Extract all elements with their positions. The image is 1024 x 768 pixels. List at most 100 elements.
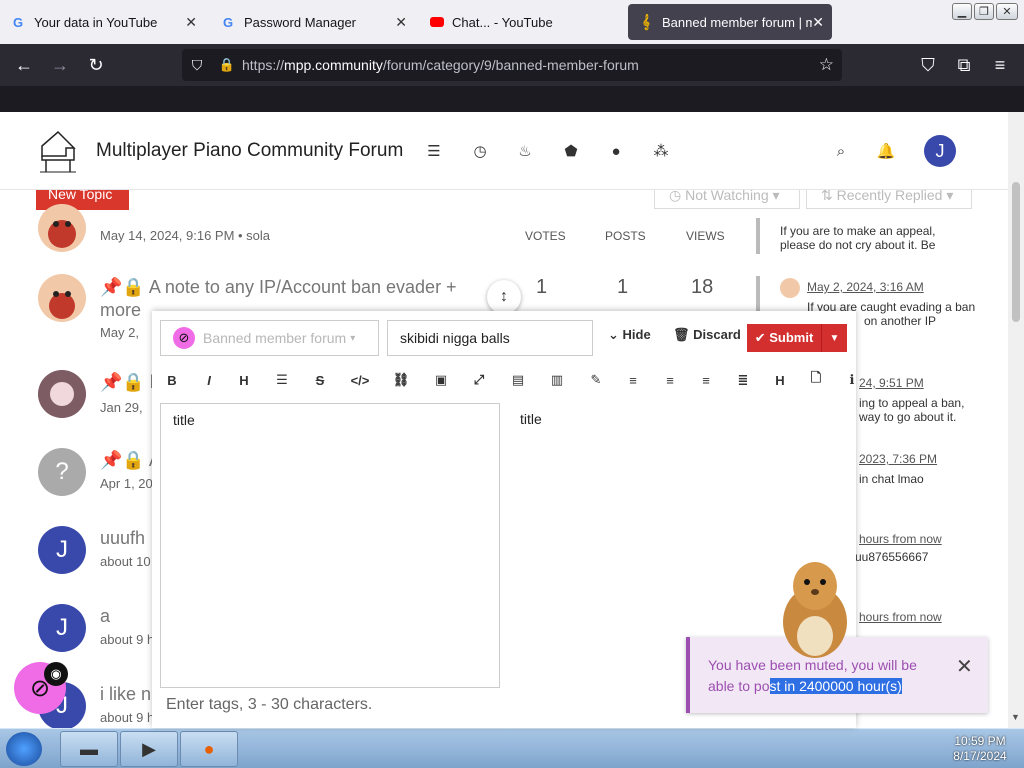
shield-icon[interactable]: ⛉ xyxy=(182,57,212,74)
media-player-icon: ▶ xyxy=(142,738,156,759)
close-window-icon[interactable]: ✕ xyxy=(996,3,1018,20)
topic-title[interactable]: i like n xyxy=(100,684,151,705)
expand-icon[interactable]: ⤢ xyxy=(467,369,491,391)
chart-icon[interactable]: ▥ xyxy=(545,369,569,391)
tags-icon[interactable]: ⬟ xyxy=(562,142,580,160)
topic-avatar[interactable]: ? xyxy=(38,448,86,496)
italic-icon[interactable]: I xyxy=(197,369,221,391)
submit-main[interactable]: ✔ Submit xyxy=(747,330,821,346)
bold-icon[interactable]: B xyxy=(160,369,184,391)
category-label: Banned member forum xyxy=(203,330,347,346)
teaser-date[interactable]: hours from now xyxy=(859,532,942,546)
topic-avatar[interactable] xyxy=(38,370,86,418)
submit-options-caret-icon[interactable]: ▼ xyxy=(821,324,847,352)
link-icon[interactable]: ⛓ xyxy=(389,369,413,391)
scrollbar-thumb[interactable] xyxy=(1012,182,1020,322)
tags-input[interactable]: Enter tags, 3 - 30 characters. xyxy=(166,696,372,714)
chevron-down-icon: ▾ xyxy=(350,332,356,344)
groups-icon[interactable]: ⁂ xyxy=(652,142,670,160)
composer-editor[interactable]: title xyxy=(160,403,500,688)
google-icon: G xyxy=(12,14,24,30)
pocket-icon[interactable]: ⛉ xyxy=(916,53,940,77)
views-column-header: VIEWS xyxy=(686,229,725,243)
piano-logo-icon[interactable] xyxy=(36,126,80,174)
start-button[interactable] xyxy=(6,732,42,766)
close-tab-icon[interactable]: ✕ xyxy=(812,14,824,31)
hide-button[interactable]: ⌄ Hide xyxy=(608,327,651,343)
teaser-date[interactable]: 24, 9:51 PM xyxy=(859,376,924,390)
lock-icon: 🔒 xyxy=(122,372,145,392)
eye-icon[interactable]: ◉ xyxy=(44,662,68,686)
tab-your-data-in-youtube[interactable]: G Your data in YouTube ✕ xyxy=(0,4,205,40)
align-left-icon[interactable]: ≡ xyxy=(621,369,645,391)
close-tab-icon[interactable]: ✕ xyxy=(395,14,407,31)
close-tab-icon[interactable]: ✕ xyxy=(185,14,197,31)
taskbar-app-firefox[interactable]: ● xyxy=(180,731,238,767)
teaser-date[interactable]: hours from now xyxy=(859,610,942,624)
heading-2-icon[interactable]: H xyxy=(768,369,792,391)
teaser-date[interactable]: 2023, 7:36 PM xyxy=(859,452,937,466)
align-right-icon[interactable]: ≡ xyxy=(694,369,718,391)
align-center-icon[interactable]: ≡ xyxy=(658,369,682,391)
topic-avatar[interactable]: J xyxy=(38,526,86,574)
align-justify-icon[interactable]: ≣ xyxy=(731,369,755,391)
page-scrollbar[interactable]: ▲ ▼ xyxy=(1008,112,1024,728)
topic-avatar[interactable] xyxy=(38,274,86,322)
system-tray[interactable] xyxy=(862,733,932,765)
list-icon[interactable]: ☰ xyxy=(270,369,294,391)
image-icon[interactable]: ▣ xyxy=(429,369,453,391)
popular-fire-icon[interactable]: ♨ xyxy=(516,142,534,160)
minimize-icon[interactable]: ▁ xyxy=(952,3,972,20)
topic-title-input[interactable] xyxy=(387,320,593,356)
users-icon[interactable]: ● xyxy=(607,142,625,160)
file-icon[interactable]: 🗋 xyxy=(804,369,828,391)
color-picker-icon[interactable]: ✎ xyxy=(584,369,608,391)
monitor-icon: ▬ xyxy=(80,738,98,759)
lock-icon[interactable]: 🔒 xyxy=(212,57,242,73)
discard-button[interactable]: 🗑 Discard xyxy=(673,327,741,343)
recent-clock-icon[interactable]: ◷ xyxy=(471,142,489,160)
heading-icon[interactable]: H xyxy=(232,369,256,391)
address-bar[interactable]: ⛉ 🔒 https://mpp.community/forum/category… xyxy=(182,49,842,81)
taskbar-app-terminal[interactable]: ▬ xyxy=(60,731,118,767)
reload-icon[interactable]: ↻ xyxy=(84,53,108,77)
scroll-down-icon[interactable]: ▼ xyxy=(1011,712,1020,722)
toast-selected-text: st in 2400000 hour(s) xyxy=(769,678,902,694)
user-avatar[interactable]: J xyxy=(924,135,956,167)
taskbar-app-media[interactable]: ▶ xyxy=(120,731,178,767)
close-icon[interactable]: ✕ xyxy=(956,654,973,679)
restore-icon[interactable]: ❐ xyxy=(974,3,994,20)
topic-title[interactable]: 📌🔒 b xyxy=(100,372,160,393)
tab-youtube-chat[interactable]: Chat... - YouTube xyxy=(420,4,625,40)
categories-icon[interactable]: ☰ xyxy=(425,142,443,160)
forward-icon[interactable]: → xyxy=(48,53,72,77)
submit-button[interactable]: ✔ Submit ▼ xyxy=(747,324,847,352)
search-icon[interactable]: ⌕ xyxy=(832,142,850,160)
topic-meta: May 2, xyxy=(100,325,140,340)
bookmark-star-icon[interactable]: ☆ xyxy=(819,55,834,75)
back-icon[interactable]: ← xyxy=(12,53,36,77)
topic-title[interactable]: a xyxy=(100,606,110,627)
embed-card-icon[interactable]: ▤ xyxy=(506,369,530,391)
tab-banned-member-forum[interactable]: 𝄞 Banned member forum | mp ✕ xyxy=(628,4,832,40)
forum-brand-title[interactable]: Multiplayer Piano Community Forum xyxy=(96,140,403,162)
teaser-date[interactable]: May 2, 2024, 3:16 AM xyxy=(807,280,924,294)
notifications-bell-icon[interactable]: 🔔 xyxy=(877,142,896,160)
strikethrough-icon[interactable]: S xyxy=(308,369,332,391)
tab-password-manager[interactable]: G Password Manager ✕ xyxy=(210,4,415,40)
teaser-text: way to go about it. xyxy=(859,410,957,424)
menu-icon[interactable]: ≡ xyxy=(988,53,1012,77)
info-icon[interactable]: ℹ xyxy=(840,369,864,391)
category-select[interactable]: ⊘ Banned member forum ▾ xyxy=(160,320,379,356)
topic-meta: about 9 h xyxy=(100,632,155,647)
taskbar-clock[interactable]: 10:59 PM 8/17/2024 xyxy=(940,734,1020,764)
topic-avatar[interactable]: J xyxy=(38,604,86,652)
sort-handle-icon[interactable]: ↕ xyxy=(487,280,521,314)
extensions-icon[interactable]: ⧉ xyxy=(952,53,976,77)
topic-avatar[interactable] xyxy=(38,204,86,252)
discard-label: Discard xyxy=(693,327,741,342)
code-icon[interactable]: </> xyxy=(348,369,372,391)
teaser-avatar[interactable] xyxy=(780,278,800,298)
topic-title[interactable]: uuufh xyxy=(100,528,145,549)
lock-icon: 🔒 xyxy=(122,450,145,470)
